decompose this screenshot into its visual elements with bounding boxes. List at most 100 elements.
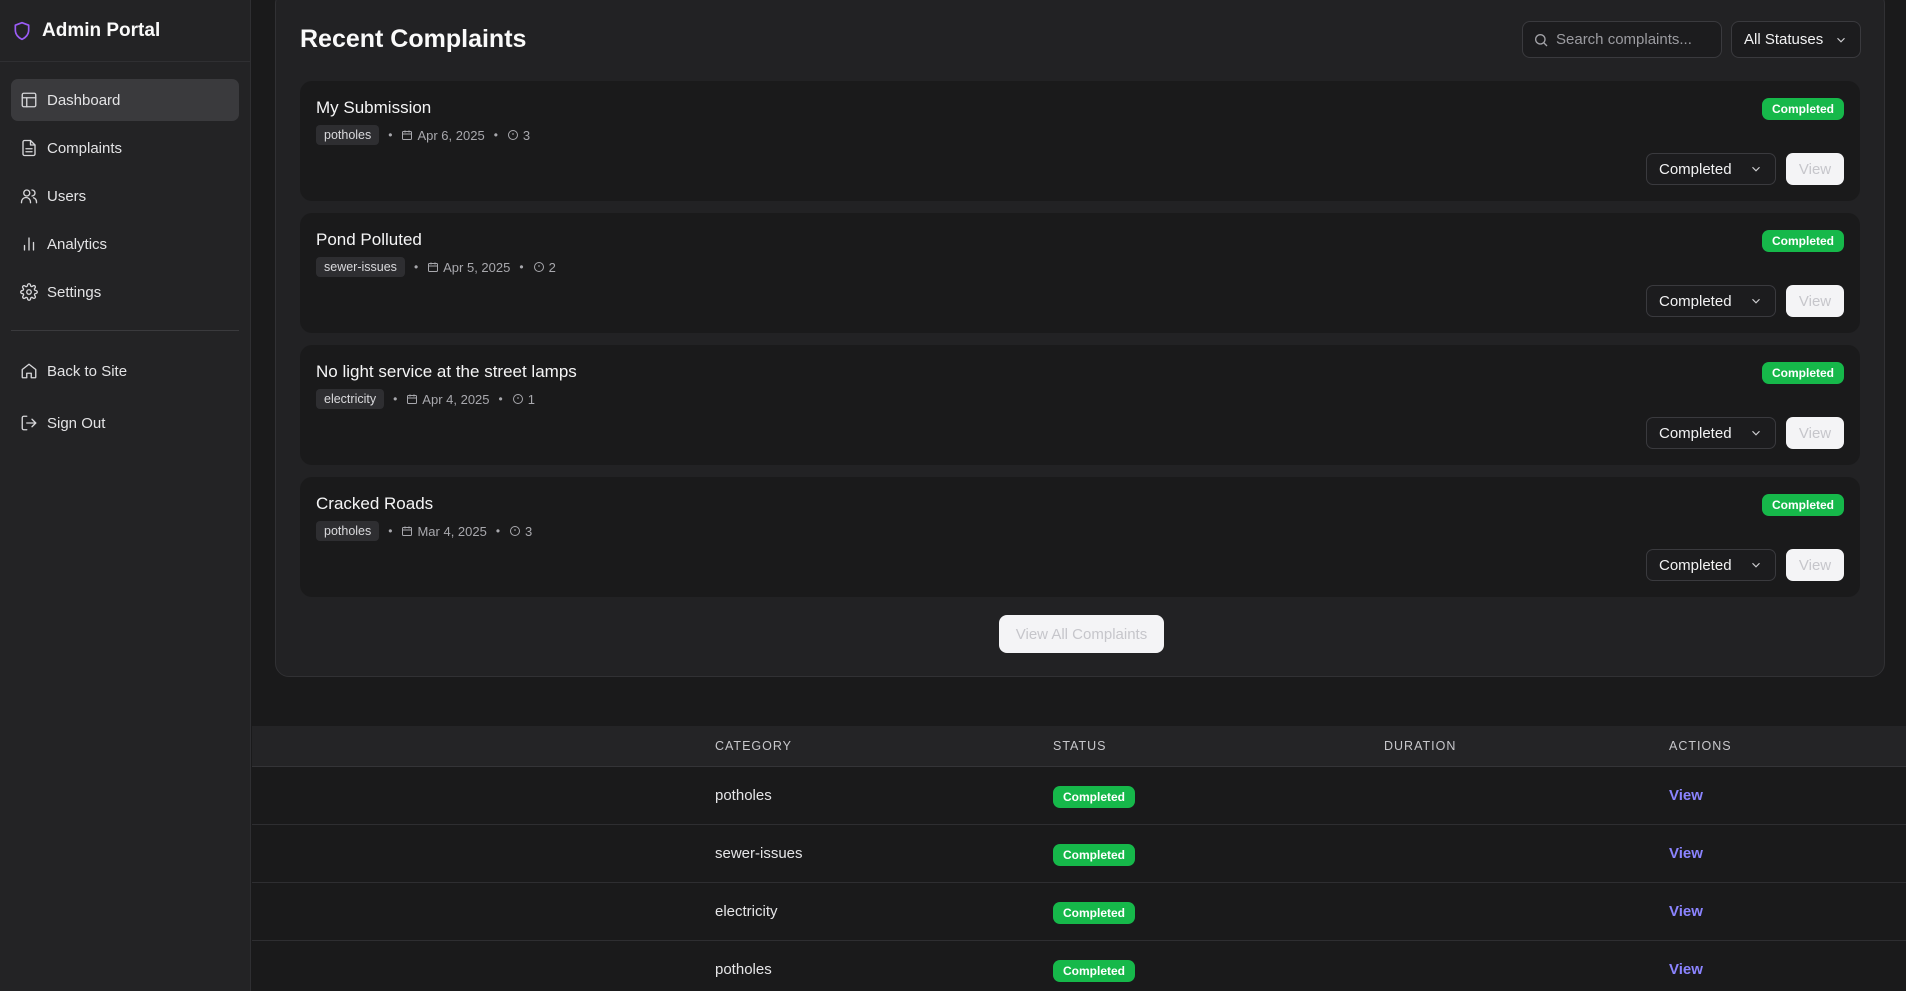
status-badge: Completed	[1053, 902, 1136, 924]
view-button[interactable]: View	[1786, 549, 1844, 581]
separator-dot: •	[495, 524, 501, 538]
status-badge: Completed	[1761, 362, 1844, 384]
complaint-card: My Submission potholes • Apr 6, 2025 • 3…	[300, 81, 1860, 201]
info-icon	[507, 130, 518, 140]
complaint-meta: potholes • Mar 4, 2025 • 3	[316, 521, 532, 541]
complaint-card: Cracked Roads potholes • Mar 4, 2025 • 3…	[300, 477, 1860, 597]
table-row: potholes Completed View	[252, 941, 1906, 991]
info-icon	[510, 526, 521, 536]
separator-dot: •	[393, 392, 398, 406]
calendar-icon	[402, 130, 413, 140]
status-filter-select[interactable]: All Statuses	[1731, 21, 1861, 58]
sidebar-item-label: Dashboard	[47, 91, 121, 109]
shield-icon	[14, 21, 30, 40]
sidebar-item-users[interactable]: Users	[11, 175, 239, 217]
category-cell: electricity	[715, 903, 778, 920]
status-select-value: Completed	[1659, 292, 1732, 310]
table-row: electricity Completed View	[252, 883, 1906, 941]
status-filter-value: All Statuses	[1744, 31, 1824, 48]
complaint-card: Pond Polluted sewer-issues • Apr 5, 2025…	[300, 213, 1860, 333]
sidebar-item-label: Back to Site	[47, 362, 128, 380]
status-select[interactable]: Completed	[1646, 417, 1776, 449]
search-icon	[1535, 33, 1548, 46]
status-badge: Completed	[1761, 230, 1844, 252]
separator-dot: •	[388, 524, 393, 538]
home-icon	[21, 363, 37, 379]
table-header: CATEGORY STATUS DURATION ACTIONS	[252, 726, 1906, 767]
view-button[interactable]: View	[1786, 417, 1844, 449]
info-icon	[533, 262, 544, 272]
view-link[interactable]: View	[1669, 961, 1703, 978]
sidebar: Admin Portal Dashboard Complaints Users …	[0, 0, 251, 991]
sidebar-item-complaints[interactable]: Complaints	[11, 127, 239, 169]
brand: Admin Portal	[0, 0, 250, 62]
complaint-title: Pond Polluted	[316, 230, 422, 249]
status-badge: Completed	[1053, 960, 1136, 982]
category-tag: potholes	[316, 125, 380, 145]
calendar-icon	[402, 526, 413, 536]
separator-dot: •	[413, 260, 419, 274]
column-header-duration: DURATION	[1384, 739, 1457, 753]
category-tag: sewer-issues	[316, 257, 405, 277]
status-select[interactable]: Completed	[1646, 549, 1776, 581]
separator-dot: •	[388, 128, 393, 142]
status-select-value: Completed	[1659, 556, 1732, 574]
complaint-date: Apr 5, 2025	[443, 259, 511, 275]
search-box[interactable]	[1522, 21, 1722, 58]
complaint-title: Cracked Roads	[316, 494, 434, 513]
complaint-date: Mar 4, 2025	[417, 523, 487, 539]
sidebar-nav: Dashboard Complaints Users Analytics Set…	[0, 62, 250, 444]
status-select[interactable]: Completed	[1646, 285, 1776, 317]
complaints-table: CATEGORY STATUS DURATION ACTIONS pothole…	[252, 726, 1906, 991]
column-header-status: STATUS	[1053, 739, 1107, 753]
view-link[interactable]: View	[1669, 787, 1703, 804]
search-input[interactable]	[1556, 31, 1716, 48]
recent-complaints-card: Recent Complaints All Statuses My Submis…	[275, 0, 1885, 677]
status-select-value: Completed	[1659, 424, 1732, 442]
brand-title: Admin Portal	[42, 19, 161, 41]
sidebar-item-dashboard[interactable]: Dashboard	[11, 79, 239, 121]
complaint-count: 2	[548, 259, 556, 275]
separator-dot: •	[498, 392, 503, 406]
table-row: sewer-issues Completed View	[252, 825, 1906, 883]
sign-out-button[interactable]: Sign Out	[11, 402, 239, 444]
view-button[interactable]: View	[1786, 285, 1844, 317]
complaint-meta: potholes • Apr 6, 2025 • 3	[316, 125, 530, 145]
view-all-complaints-button[interactable]: View All Complaints	[999, 615, 1164, 653]
status-badge: Completed	[1761, 494, 1844, 516]
chevron-down-icon	[1837, 37, 1845, 43]
view-link[interactable]: View	[1669, 903, 1703, 920]
sidebar-item-analytics[interactable]: Analytics	[11, 223, 239, 265]
separator-dot: •	[493, 128, 498, 142]
sidebar-item-settings[interactable]: Settings	[11, 271, 239, 313]
complaint-title: No light service at the street lamps	[316, 362, 577, 381]
bar-chart-icon	[23, 237, 35, 251]
back-to-site-link[interactable]: Back to Site	[11, 350, 239, 392]
table-row: potholes Completed View	[252, 767, 1906, 825]
users-icon	[20, 189, 38, 204]
sidebar-divider	[11, 330, 239, 331]
sidebar-item-label: Users	[47, 187, 87, 205]
view-button[interactable]: View	[1786, 153, 1844, 185]
status-select[interactable]: Completed	[1646, 153, 1776, 185]
complaint-count: 3	[522, 127, 531, 143]
sidebar-item-label: Analytics	[47, 235, 108, 253]
category-cell: potholes	[715, 787, 772, 804]
info-icon	[512, 394, 523, 404]
status-badge: Completed	[1761, 98, 1844, 120]
status-badge: Completed	[1053, 786, 1136, 808]
category-tag: electricity	[316, 389, 385, 409]
view-link[interactable]: View	[1669, 845, 1703, 862]
complaint-meta: sewer-issues • Apr 5, 2025 • 2	[316, 257, 556, 277]
gear-icon	[20, 283, 38, 301]
sidebar-item-label: Sign Out	[47, 414, 106, 432]
separator-dot: •	[519, 260, 524, 274]
chevron-down-icon	[1752, 562, 1760, 568]
sidebar-item-label: Complaints	[47, 139, 123, 157]
complaint-meta: electricity • Apr 4, 2025 • 1	[316, 389, 535, 409]
category-tag: potholes	[316, 521, 380, 541]
chevron-down-icon	[1752, 298, 1760, 304]
column-header-actions: ACTIONS	[1669, 739, 1732, 753]
complaint-date: Apr 6, 2025	[417, 127, 485, 143]
chevron-down-icon	[1752, 430, 1760, 436]
